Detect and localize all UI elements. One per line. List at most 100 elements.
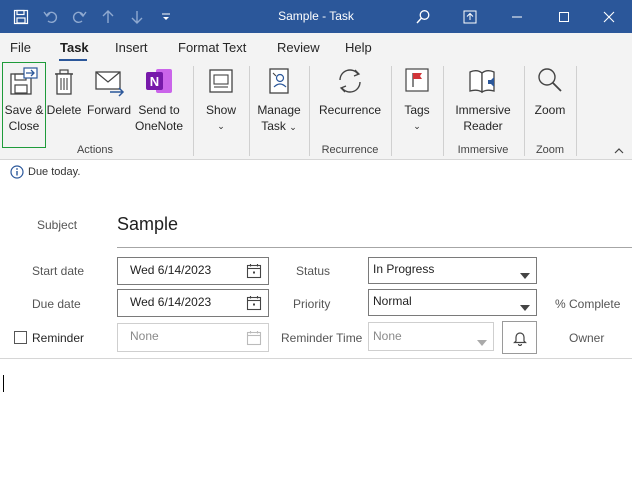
send-to-onenote-button[interactable]: N Send to OneNote bbox=[133, 64, 185, 134]
search-icon[interactable] bbox=[410, 0, 436, 33]
ribbon: Save & Close Delete Forward N Send to On… bbox=[0, 61, 632, 160]
reminder-date-field[interactable]: None bbox=[117, 323, 269, 352]
trash-icon bbox=[45, 64, 83, 102]
percent-complete-label: % Complete bbox=[555, 297, 621, 311]
status-value: In Progress bbox=[373, 262, 435, 276]
priority-select[interactable]: Normal bbox=[368, 289, 537, 316]
flag-icon bbox=[397, 64, 437, 102]
save-close-label-1: Save & bbox=[4, 103, 44, 117]
reminder-date-value: None bbox=[130, 329, 159, 343]
zoom-icon bbox=[530, 64, 570, 102]
immersive-reader-label-2: Reader bbox=[463, 119, 503, 133]
recurrence-group-label: Recurrence bbox=[321, 144, 379, 156]
ribbon-display-options-icon[interactable] bbox=[447, 0, 493, 33]
status-label: Status bbox=[296, 264, 331, 278]
due-date-field[interactable]: Wed 6/14/2023 bbox=[117, 289, 269, 317]
minimize-icon[interactable] bbox=[494, 0, 540, 33]
task-body-editor[interactable] bbox=[0, 360, 632, 487]
manage-task-label-1: Manage bbox=[257, 103, 301, 117]
calendar-icon[interactable] bbox=[246, 330, 262, 349]
reminder-time-label: Reminder Time bbox=[281, 331, 363, 345]
separator bbox=[249, 66, 250, 156]
save-close-button[interactable]: Save & Close bbox=[2, 64, 46, 134]
manage-task-label-2: Task ⌄ bbox=[261, 119, 297, 133]
send-to-onenote-label-1: Send to bbox=[138, 103, 180, 117]
separator bbox=[391, 66, 392, 156]
chevron-down-icon: ⌄ bbox=[289, 122, 297, 132]
bell-icon bbox=[513, 330, 527, 349]
customize-toolbar-icon[interactable] bbox=[153, 0, 179, 33]
save-close-icon bbox=[2, 64, 46, 102]
reminder-label: Reminder bbox=[32, 331, 85, 345]
dropdown-arrow-icon bbox=[520, 300, 530, 314]
tab-help[interactable]: Help bbox=[345, 40, 372, 55]
manage-task-icon bbox=[254, 64, 304, 102]
tab-format-text[interactable]: Format Text bbox=[178, 40, 246, 55]
subject-input[interactable]: Sample bbox=[117, 214, 178, 235]
show-button[interactable]: Show ⌄ bbox=[200, 64, 242, 134]
calendar-icon[interactable] bbox=[246, 263, 262, 282]
redo-icon[interactable] bbox=[66, 0, 92, 33]
status-select[interactable]: In Progress bbox=[368, 257, 537, 284]
collapse-ribbon-icon[interactable] bbox=[613, 145, 625, 159]
reminder-sound-button[interactable] bbox=[502, 321, 537, 354]
title-bar: Sample - Task bbox=[0, 0, 632, 33]
send-to-onenote-label-2: OneNote bbox=[134, 119, 184, 133]
separator bbox=[443, 66, 444, 156]
forward-button[interactable]: Forward bbox=[85, 64, 133, 118]
maximize-icon[interactable] bbox=[541, 0, 587, 33]
delete-label: Delete bbox=[46, 103, 82, 117]
reminder-checkbox[interactable] bbox=[14, 331, 27, 344]
due-date-value: Wed 6/14/2023 bbox=[130, 295, 212, 309]
tab-file[interactable]: File bbox=[10, 40, 31, 55]
immersive-group-label: Immersive bbox=[457, 144, 509, 156]
actions-group-label: Actions bbox=[76, 144, 114, 156]
info-icon bbox=[10, 165, 24, 182]
tab-task[interactable]: Task bbox=[60, 40, 89, 55]
separator bbox=[309, 66, 310, 156]
chevron-down-icon: ⌄ bbox=[413, 121, 421, 131]
zoom-button[interactable]: Zoom bbox=[530, 64, 570, 118]
reminder-time-select[interactable]: None bbox=[368, 322, 494, 351]
tags-button[interactable]: Tags ⌄ bbox=[397, 64, 437, 134]
priority-value: Normal bbox=[373, 294, 412, 308]
dropdown-arrow-icon bbox=[520, 268, 530, 282]
separator bbox=[193, 66, 194, 156]
start-date-value: Wed 6/14/2023 bbox=[130, 263, 212, 277]
delete-button[interactable]: Delete bbox=[45, 64, 83, 118]
recurrence-button[interactable]: Recurrence bbox=[315, 64, 385, 118]
close-icon[interactable] bbox=[586, 0, 632, 33]
tab-insert[interactable]: Insert bbox=[115, 40, 148, 55]
tags-label: Tags bbox=[404, 103, 430, 117]
save-icon[interactable] bbox=[8, 0, 34, 33]
up-arrow-icon[interactable] bbox=[95, 0, 121, 33]
zoom-group-label: Zoom bbox=[535, 144, 565, 156]
start-date-label: Start date bbox=[32, 264, 85, 278]
owner-label: Owner bbox=[569, 331, 605, 345]
info-bar: Due today. bbox=[0, 160, 632, 186]
ribbon-tabs: File Task Insert Format Text Review Help bbox=[0, 33, 632, 61]
due-date-label: Due date bbox=[32, 297, 81, 311]
down-arrow-icon[interactable] bbox=[124, 0, 150, 33]
tab-review[interactable]: Review bbox=[277, 40, 320, 55]
chevron-down-icon: ⌄ bbox=[217, 121, 225, 131]
dropdown-arrow-icon bbox=[477, 335, 487, 349]
start-date-field[interactable]: Wed 6/14/2023 bbox=[117, 257, 269, 285]
immersive-reader-button[interactable]: Immersive Reader bbox=[450, 64, 516, 134]
separator bbox=[524, 66, 525, 156]
forward-label: Forward bbox=[86, 103, 131, 117]
undo-icon[interactable] bbox=[38, 0, 64, 33]
svg-text:N: N bbox=[150, 74, 159, 89]
body-divider bbox=[0, 358, 632, 359]
immersive-reader-icon bbox=[450, 64, 516, 102]
manage-task-button[interactable]: Manage Task ⌄ bbox=[254, 64, 304, 135]
onenote-icon: N bbox=[133, 64, 185, 102]
show-label: Show bbox=[205, 103, 237, 117]
separator bbox=[576, 66, 577, 156]
show-icon bbox=[200, 64, 242, 102]
info-message: Due today. bbox=[28, 166, 81, 178]
reminder-time-value: None bbox=[373, 329, 402, 343]
immersive-reader-label-1: Immersive bbox=[455, 103, 511, 117]
calendar-icon[interactable] bbox=[246, 295, 262, 314]
recurrence-icon bbox=[315, 64, 385, 102]
